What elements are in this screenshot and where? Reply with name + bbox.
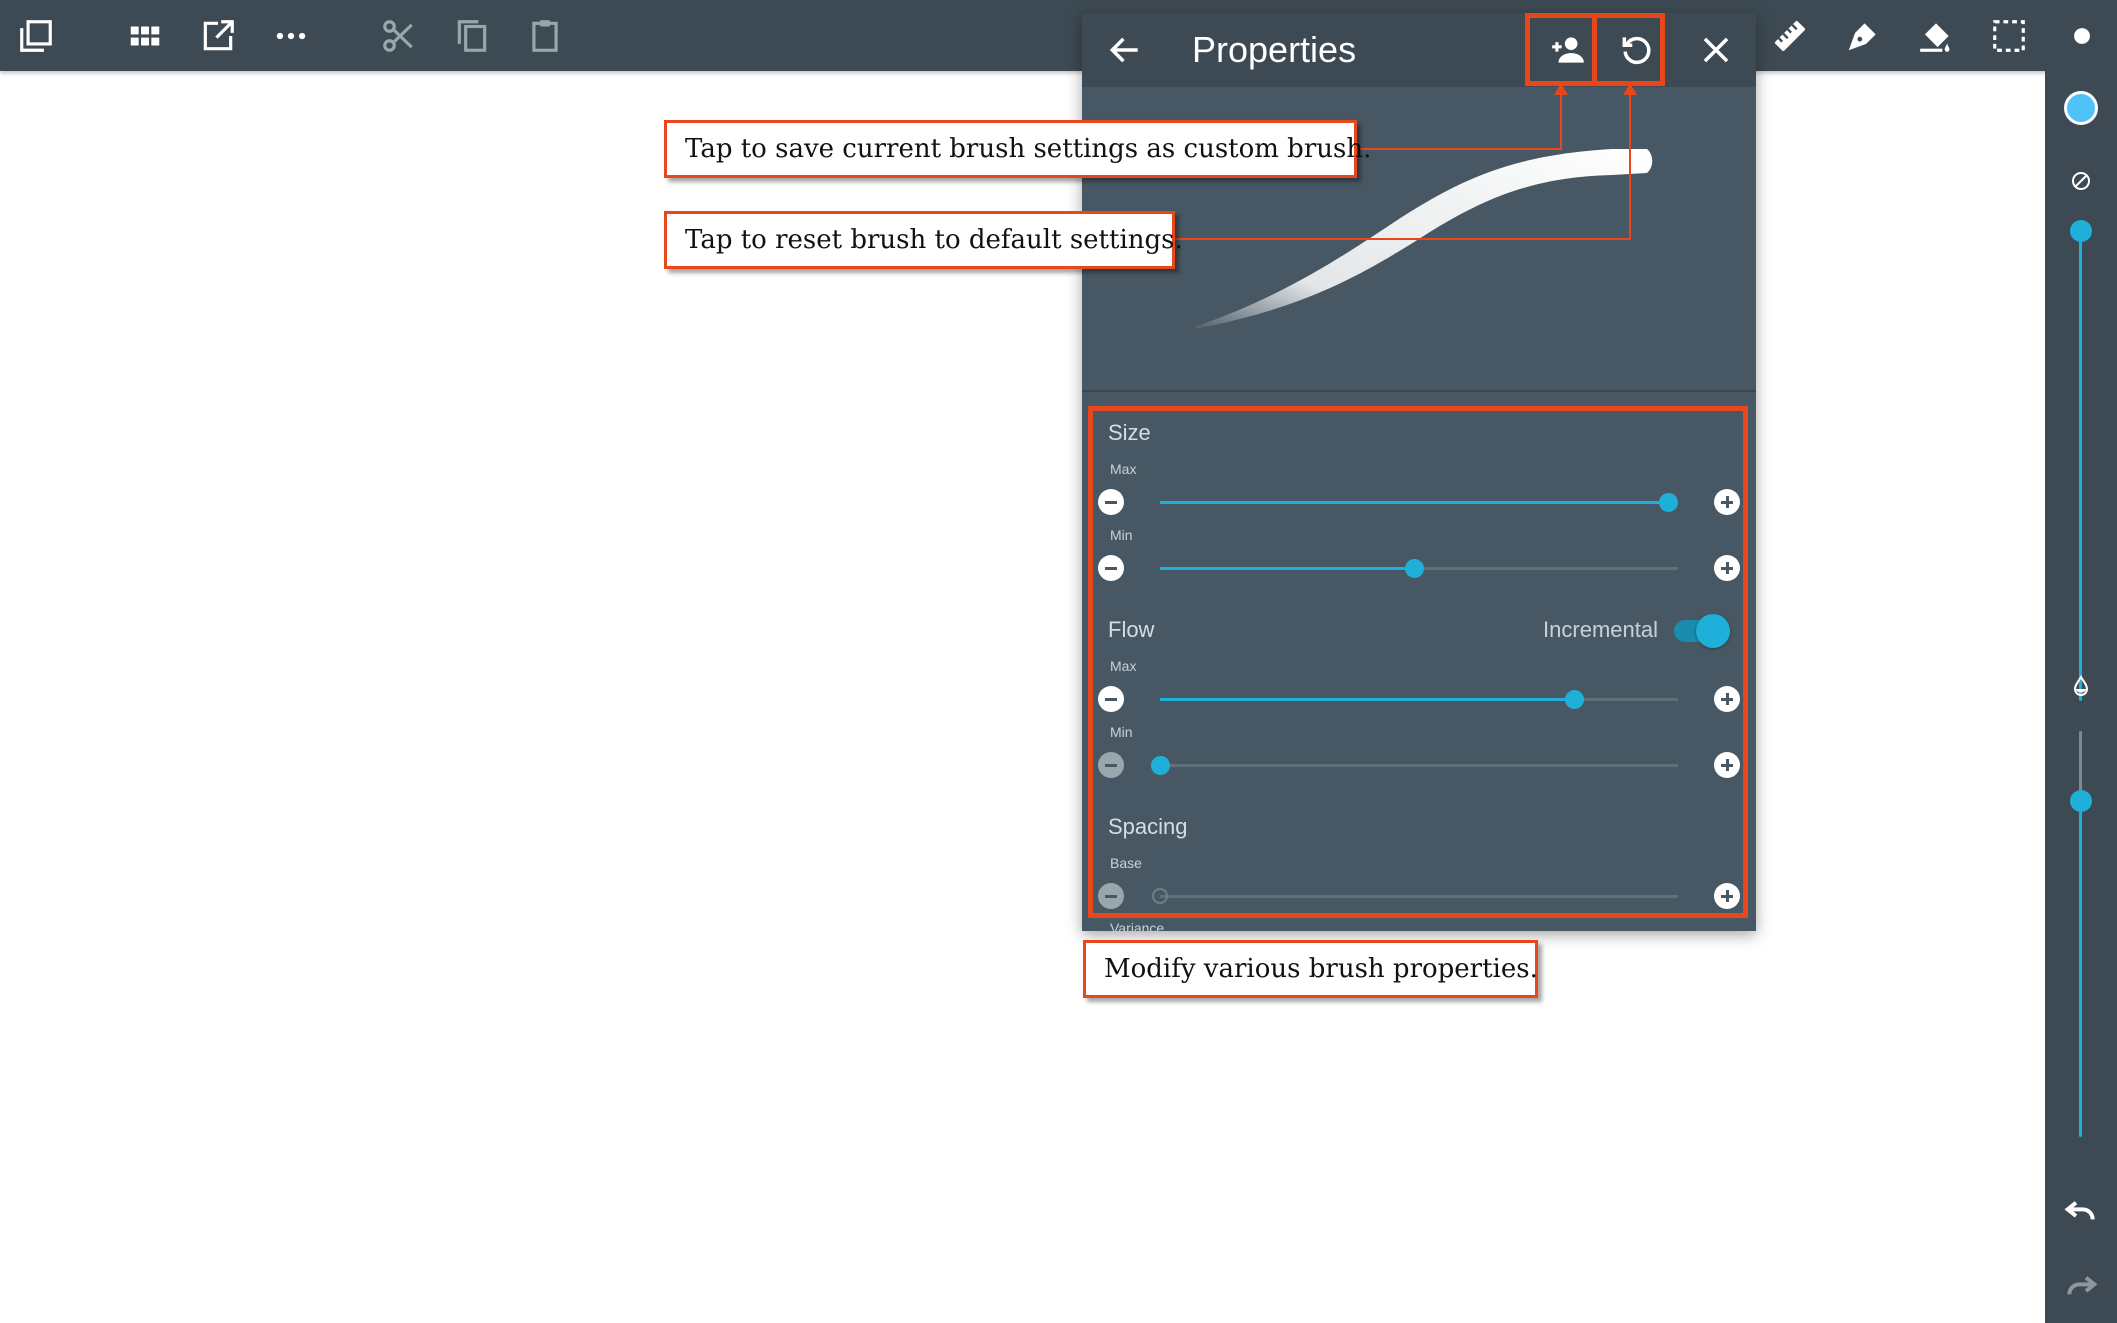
redo-icon[interactable]: [2061, 1266, 2101, 1306]
properties-highlight: [1088, 406, 1748, 918]
pen-icon[interactable]: [1835, 8, 1891, 64]
close-icon[interactable]: [1688, 22, 1744, 78]
arrow-back-icon[interactable]: [1097, 22, 1153, 78]
paste-icon[interactable]: [517, 8, 573, 64]
size-slider-track[interactable]: [2079, 231, 2082, 701]
size-slider-thumb[interactable]: [2070, 220, 2092, 242]
opacity-slider-thumb[interactable]: [2070, 790, 2092, 812]
brush-dot-icon[interactable]: [2054, 8, 2110, 64]
app-screen: Properties Size Max Min Flow Incremental…: [0, 0, 2117, 1323]
opacity-drop-icon: [2069, 674, 2093, 698]
reset-callout: Tap to reset brush to default settings.: [664, 211, 1183, 269]
top-toolbar: [0, 0, 2117, 71]
share-icon[interactable]: [190, 8, 246, 64]
selection-icon[interactable]: [1981, 8, 2037, 64]
ruler-icon[interactable]: [1762, 8, 1818, 64]
spacing-variance-label: Variance: [1110, 920, 1165, 931]
cut-icon[interactable]: [371, 8, 427, 64]
opacity-slider-track[interactable]: [2079, 801, 2082, 1137]
panel-title: Properties: [1192, 29, 1357, 70]
panel-divider: [1082, 390, 1756, 392]
save-custom-callout: Tap to save current brush settings as cu…: [664, 120, 1371, 178]
color-swatch[interactable]: [2064, 91, 2098, 125]
no-brush-size-icon: [2069, 169, 2093, 193]
layers-icon[interactable]: [8, 8, 64, 64]
right-sidebar: [2045, 71, 2117, 1323]
more-icon[interactable]: [263, 8, 319, 64]
reset-highlight: [1592, 13, 1665, 86]
grid-icon[interactable]: [117, 8, 173, 64]
modify-callout: Modify various brush properties.: [1083, 940, 1538, 998]
undo-icon[interactable]: [2061, 1191, 2101, 1231]
copy-icon[interactable]: [444, 8, 500, 64]
fill-bucket-icon[interactable]: [1908, 8, 1964, 64]
save-custom-highlight: [1525, 13, 1597, 86]
